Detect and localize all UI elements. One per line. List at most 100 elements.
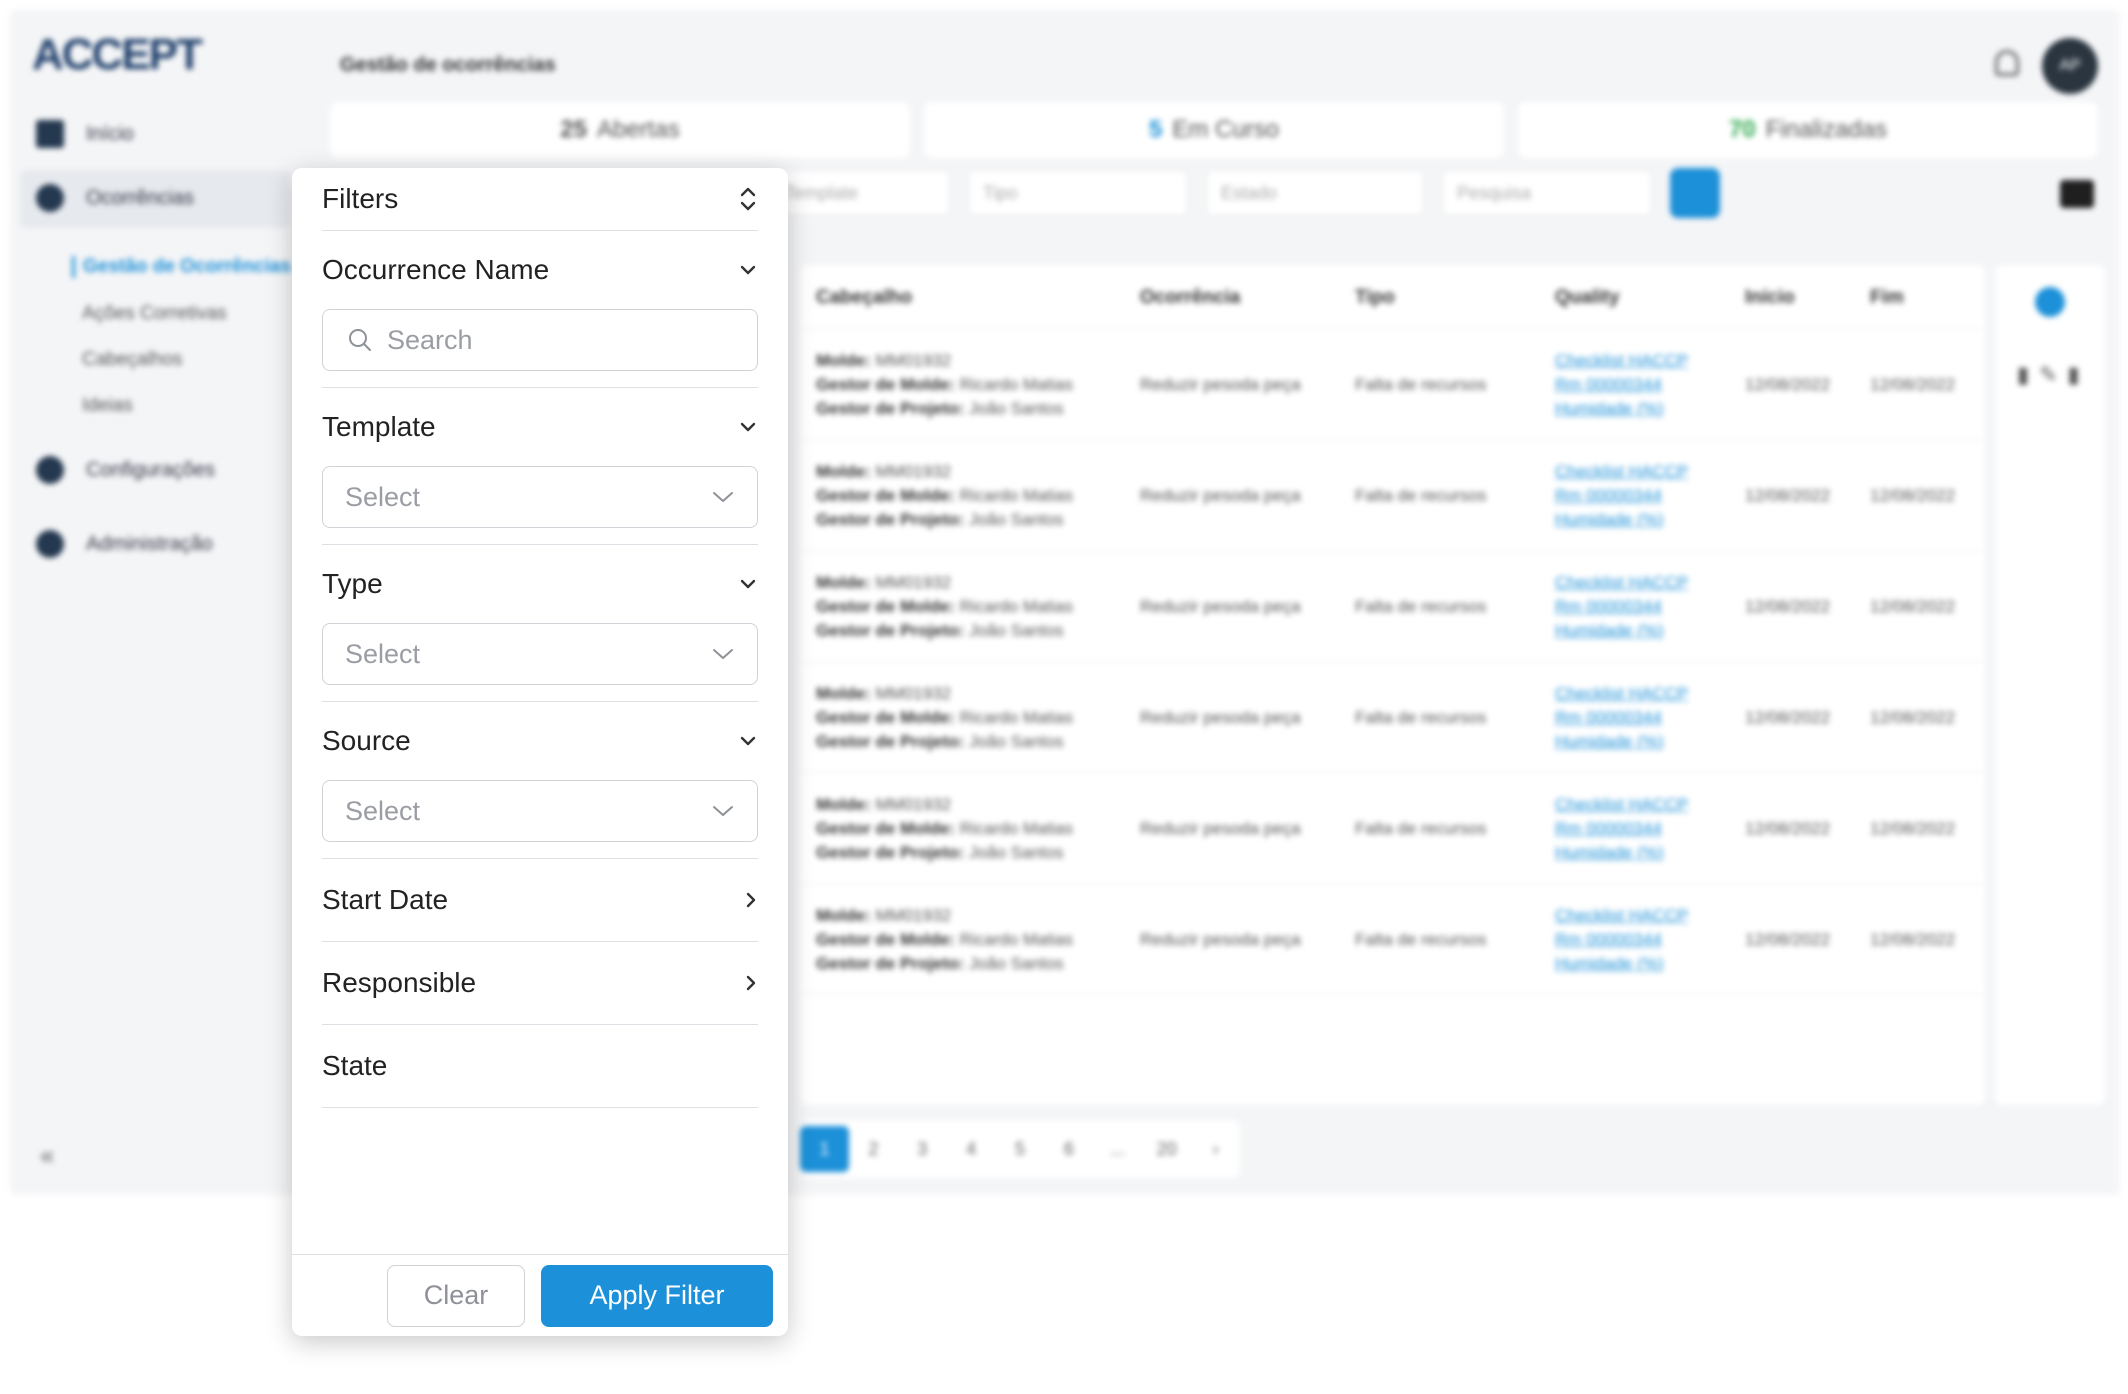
section-label: Type [322,568,383,599]
page-button[interactable]: 2 [849,1139,898,1160]
cell-cabecalho: Molde: MM01932 Gestor de Molde: Ricardo M… [816,684,1073,751]
section-label: Responsible [322,967,477,998]
search-button[interactable] [1670,168,1720,218]
table-row[interactable]: Molde: MM01932 Gestor de Molde: Ricardo M… [800,329,1985,440]
add-icon[interactable] [2035,287,2065,317]
alert-icon [36,184,64,212]
section-label: Source [322,725,411,756]
cell-quality[interactable]: Checklist HACCP Rm 00000344 Humidade (%) [1555,904,1688,976]
cell-quality[interactable]: Checklist HACCP Rm 00000344 Humidade (%) [1555,571,1688,643]
sidebar-subitem-gestao[interactable]: Gestão de Ocorrências [72,256,291,278]
cell-quality[interactable]: Checklist HACCP Rm 00000344 Humidade (%) [1555,349,1688,421]
sidebar-item-label: Administração [86,532,213,555]
apply-filter-button[interactable]: Apply Filter [541,1264,773,1327]
page-button[interactable]: 4 [947,1139,996,1160]
chevron-right-icon [744,973,758,993]
expand-collapse-icon[interactable] [738,184,758,214]
page-button[interactable]: 5 [996,1139,1045,1160]
cell-fim: 12/08/2022 [1870,375,1956,394]
page-button[interactable]: 6 [1044,1139,1093,1160]
chevron-down-icon [738,734,758,748]
section-header[interactable]: Type [322,545,758,623]
table-row[interactable]: Molde: MM01932 Gestor de Molde: Ricardo M… [800,440,1985,551]
state-select[interactable]: Estado [1206,170,1424,216]
table-row[interactable]: Molde: MM01932 Gestor de Molde: Ricardo M… [800,884,1985,995]
camera-icon[interactable] [2060,180,2094,208]
cell-ocorrencia: Reduzir pesoda peça [1140,375,1301,394]
table-row[interactable]: Molde: MM01932 Gestor de Molde: Ricardo M… [800,662,1985,773]
table-row[interactable]: Molde: MM01932 Gestor de Molde: Ricardo M… [800,551,1985,662]
kpi-label: Abertas [596,116,680,143]
page-button[interactable]: 3 [898,1139,947,1160]
template-select[interactable]: Template [770,170,950,216]
section-header[interactable]: Responsible [322,942,758,1024]
page-button[interactable]: ... [1093,1139,1142,1160]
search-input[interactable]: Pesquisa [1442,170,1652,216]
section-header[interactable]: State [322,1025,758,1107]
sidebar-item-configuracoes[interactable]: Configurações [36,456,215,484]
sidebar-subitem-acoes[interactable]: Ações Corretivas [82,303,227,325]
sidebar-item-administracao[interactable]: Administração [36,530,213,558]
section-header[interactable]: Template [322,388,758,466]
search-icon [347,327,373,353]
section-state[interactable]: State [322,1025,758,1108]
kpi-abertas: 25 Abertas [330,102,910,158]
section-responsible[interactable]: Responsible [322,942,758,1025]
template-dropdown[interactable]: Select [322,466,758,528]
section-occurrence-name: Occurrence Name Search [322,231,758,388]
avatar[interactable]: AP [2042,38,2098,94]
chevron-down-icon [711,804,735,818]
column-header[interactable]: Início [1745,287,1795,309]
cell-tipo: Falta de recursos [1355,930,1487,949]
column-header[interactable]: Ocorrência [1140,287,1240,309]
kpi-finalizadas: 70 Finalizadas [1518,102,2098,158]
page-button[interactable]: 1 [800,1126,849,1172]
sidebar-item-ocorrencias[interactable]: Ocorrências [36,184,194,212]
gear-icon [36,456,64,484]
page-button[interactable]: 20 [1142,1139,1191,1160]
sidebar-subitem-cabecalhos[interactable]: Cabeçalhos [82,349,182,371]
source-dropdown[interactable]: Select [322,780,758,842]
section-source: Source Select [322,702,758,859]
column-header[interactable]: Quality [1555,287,1619,309]
clear-button[interactable]: Clear [387,1264,525,1327]
column-header[interactable]: Tipo [1355,287,1395,309]
cell-tipo: Falta de recursos [1355,375,1487,394]
section-start-date[interactable]: Start Date [322,859,758,942]
table-row[interactable]: Molde: MM01932 Gestor de Molde: Ricardo M… [800,773,1985,884]
cell-ocorrencia: Reduzir pesoda peça [1140,708,1301,727]
bell-icon[interactable] [1995,50,2019,76]
section-header[interactable]: Source [322,702,758,780]
logo: ACCEPT [32,30,203,79]
filters-footer: Clear Apply Filter [292,1254,788,1336]
cell-cabecalho: Molde: MM01932 Gestor de Molde: Ricardo M… [816,351,1073,418]
type-dropdown[interactable]: Select [322,623,758,685]
cell-inicio: 12/08/2022 [1745,375,1831,394]
sidebar-item-inicio[interactable]: Início [36,120,134,148]
cell-cabecalho: Molde: MM01932 Gestor de Molde: Ricardo M… [816,795,1073,862]
occurrence-name-search-input[interactable]: Search [322,309,758,371]
edit-delete-icons[interactable]: ▮✎▮ [2017,362,2090,388]
section-header[interactable]: Start Date [322,859,758,941]
kpi-value: 25 [560,116,587,143]
cell-quality[interactable]: Checklist HACCP Rm 00000344 Humidade (%) [1555,793,1688,865]
chevron-down-icon [711,647,735,661]
cell-cabecalho: Molde: MM01932 Gestor de Molde: Ricardo M… [816,573,1073,640]
type-select[interactable]: Tipo [968,170,1188,216]
collapse-sidebar-icon[interactable]: « [40,1140,54,1171]
sidebar-item-label: Início [86,122,134,145]
cell-fim: 12/08/2022 [1870,930,1956,949]
cell-quality[interactable]: Checklist HACCP Rm 00000344 Humidade (%) [1555,682,1688,754]
page-button[interactable]: › [1191,1139,1240,1160]
column-header[interactable]: Fim [1870,287,1904,309]
chevron-down-icon [738,420,758,434]
row-actions-column: ▮✎▮ [1995,265,2105,1105]
cell-quality[interactable]: Checklist HACCP Rm 00000344 Humidade (%) [1555,460,1688,532]
column-header[interactable]: Cabeçalho [816,287,912,309]
sidebar-subitem-ideias[interactable]: Ideias [82,395,133,417]
occurrences-table: Cabeçalho Ocorrência Tipo Quality Início… [800,265,1985,1105]
section-header[interactable]: Occurrence Name [322,231,758,309]
cell-ocorrencia: Reduzir pesoda peça [1140,819,1301,838]
section-label: Template [322,411,436,442]
section-label: Start Date [322,884,449,915]
